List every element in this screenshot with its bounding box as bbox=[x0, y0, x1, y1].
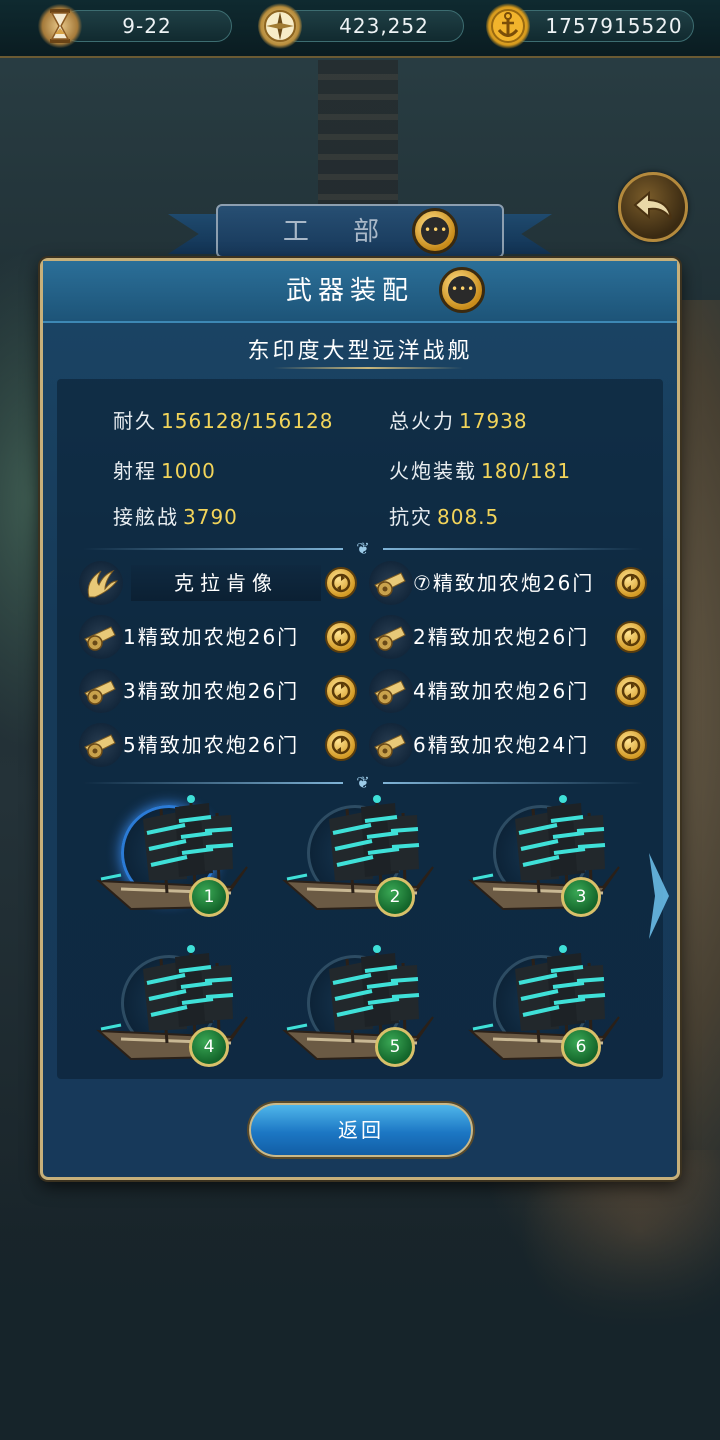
warship-icon bbox=[282, 795, 434, 911]
stat-cannon-value: 180/181 bbox=[481, 459, 572, 483]
swap-icon[interactable] bbox=[325, 621, 357, 653]
fleet-ship-slot[interactable]: 5 bbox=[277, 939, 447, 1079]
equipment-slot-label: 4精致加农炮26门 bbox=[413, 679, 590, 703]
fleet-ship-slot[interactable]: 3 bbox=[463, 789, 633, 929]
ship-number-badge: 5 bbox=[375, 1027, 415, 1067]
gold-value: 423,252 bbox=[339, 14, 429, 38]
equipment-slot[interactable]: 6精致加农炮24门 bbox=[369, 723, 655, 767]
warship-icon bbox=[468, 795, 620, 911]
next-page-arrow-icon[interactable] bbox=[647, 851, 671, 941]
equipment-slot[interactable]: 2精致加农炮26门 bbox=[369, 615, 655, 659]
swap-icon[interactable] bbox=[615, 729, 647, 761]
warship-icon bbox=[96, 945, 248, 1061]
cannon-icon bbox=[369, 723, 413, 767]
warship-icon bbox=[468, 945, 620, 1061]
cannon-icon bbox=[369, 561, 413, 605]
resource-bar: 9-22 423,252 1757915520 bbox=[0, 0, 720, 58]
gold-display: 423,252 bbox=[282, 10, 464, 42]
panel-header: 武器装配 ••• bbox=[43, 261, 677, 323]
swap-icon[interactable] bbox=[325, 567, 357, 599]
swap-icon[interactable] bbox=[615, 621, 647, 653]
panel-chat-icon[interactable]: ••• bbox=[439, 267, 485, 313]
cannon-icon bbox=[79, 615, 123, 659]
swap-icon[interactable] bbox=[325, 675, 357, 707]
equipment-slot-label: 克拉肯像 bbox=[174, 571, 278, 595]
cannon-icon bbox=[369, 615, 413, 659]
hourglass-icon bbox=[38, 3, 82, 49]
stat-boarding: 接舷战 3790 bbox=[113, 501, 238, 530]
ship-number-badge: 1 bbox=[189, 877, 229, 917]
equipment-slot[interactable]: 5精致加农炮26门 bbox=[79, 723, 365, 767]
back-button[interactable] bbox=[618, 172, 688, 242]
stat-firepower-label: 总火力 bbox=[389, 409, 455, 433]
stat-durability-value: 156128/156128 bbox=[161, 409, 334, 433]
cannon-icon bbox=[79, 669, 123, 713]
stat-disaster-resist: 抗灾 808.5 bbox=[389, 501, 499, 530]
stat-durability-label: 耐久 bbox=[113, 409, 157, 433]
anchor-coin-icon bbox=[486, 3, 530, 49]
stat-disaster-value: 808.5 bbox=[437, 505, 500, 529]
wing-icon bbox=[79, 561, 123, 605]
anchor-currency-display: 1757915520 bbox=[510, 10, 694, 42]
fleet-ship-slot[interactable]: 6 bbox=[463, 939, 633, 1079]
stat-firepower: 总火力 17938 bbox=[389, 405, 528, 434]
cannon-icon bbox=[369, 669, 413, 713]
background-tower bbox=[318, 60, 398, 220]
equipment-slot-label: 1精致加农炮26门 bbox=[123, 625, 300, 649]
return-button[interactable]: 返回 bbox=[243, 1099, 479, 1161]
department-title: 工 部 bbox=[282, 217, 398, 247]
equipment-slot[interactable]: 3精致加农炮26门 bbox=[79, 669, 365, 713]
stat-cannon-label: 火炮装载 bbox=[389, 459, 477, 483]
department-chat-icon[interactable]: ••• bbox=[412, 208, 458, 254]
background-shade bbox=[0, 1170, 720, 1440]
department-banner: 工 部 ••• bbox=[168, 204, 552, 262]
equipment-slot-label: 3精致加农炮26门 bbox=[123, 679, 300, 703]
fleet-ship-slot[interactable]: 2 bbox=[277, 789, 447, 929]
warship-icon bbox=[282, 945, 434, 1061]
equipment-slot-label: 6精致加农炮24门 bbox=[413, 733, 590, 757]
compass-icon bbox=[258, 3, 302, 49]
cannon-icon bbox=[79, 723, 123, 767]
return-arrow-icon bbox=[633, 190, 672, 220]
stat-range-value: 1000 bbox=[161, 459, 216, 483]
date-display: 9-22 bbox=[62, 10, 232, 42]
date-value: 9-22 bbox=[122, 14, 172, 38]
swap-icon[interactable] bbox=[615, 675, 647, 707]
swap-icon[interactable] bbox=[325, 729, 357, 761]
stat-disaster-label: 抗灾 bbox=[389, 505, 433, 529]
equipment-slot-label: 2精致加农炮26门 bbox=[413, 625, 590, 649]
stat-range-label: 射程 bbox=[113, 459, 157, 483]
ship-number-badge: 3 bbox=[561, 877, 601, 917]
ship-number-badge: 2 bbox=[375, 877, 415, 917]
equipment-slot[interactable]: 4精致加农炮26门 bbox=[369, 669, 655, 713]
stat-range: 射程 1000 bbox=[113, 455, 216, 484]
stat-boarding-label: 接舷战 bbox=[113, 505, 179, 529]
stat-durability: 耐久 156128/156128 bbox=[113, 405, 333, 434]
weapon-assembly-panel: 武器装配 ••• 东印度大型远洋战舰 耐久 156128/156128 总火力 17… bbox=[40, 258, 680, 1180]
stat-boarding-value: 3790 bbox=[183, 505, 238, 529]
equipment-slot[interactable]: 克拉肯像 bbox=[79, 561, 365, 605]
equipment-slot-label: ⑦精致加农炮26门 bbox=[413, 571, 595, 595]
warship-icon bbox=[96, 795, 248, 911]
panel-title: 武器装配 bbox=[285, 276, 414, 306]
equipment-slot[interactable]: ⑦精致加农炮26门 bbox=[369, 561, 655, 605]
ship-number-badge: 4 bbox=[189, 1027, 229, 1067]
stat-firepower-value: 17938 bbox=[459, 409, 528, 433]
section-divider: ❦ bbox=[83, 539, 643, 559]
ship-name-underline bbox=[273, 367, 463, 369]
stat-cannon-load: 火炮装载 180/181 bbox=[389, 455, 571, 484]
ship-number-badge: 6 bbox=[561, 1027, 601, 1067]
equipment-slot-label: 5精致加农炮26门 bbox=[123, 733, 300, 757]
fleet-ship-slot[interactable]: 4 bbox=[91, 939, 261, 1079]
return-button-label: 返回 bbox=[338, 1118, 384, 1142]
swap-icon[interactable] bbox=[615, 567, 647, 599]
ship-name: 东印度大型远洋战舰 bbox=[247, 339, 473, 364]
fleet-ship-slot[interactable]: 1 bbox=[91, 789, 261, 929]
anchor-currency-value: 1757915520 bbox=[545, 14, 683, 38]
equipment-slot[interactable]: 1精致加农炮26门 bbox=[79, 615, 365, 659]
